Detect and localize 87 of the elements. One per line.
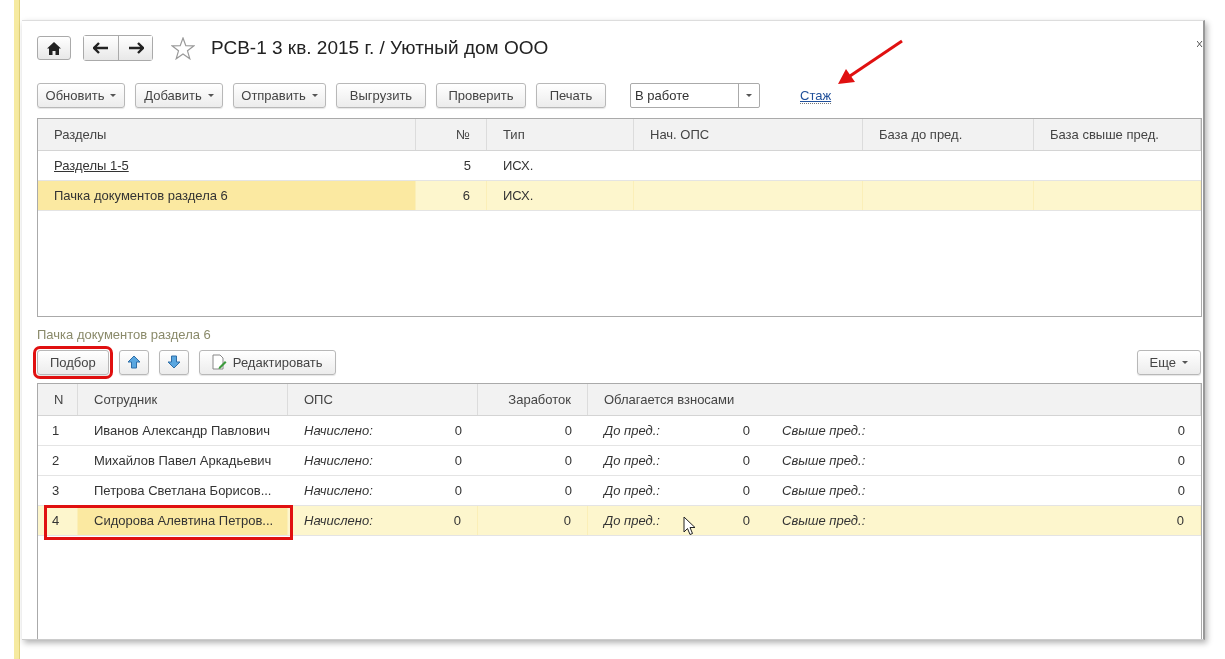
column-header: №: [416, 119, 487, 150]
table-cell: До пред.:: [604, 483, 660, 498]
column-header: N: [38, 384, 78, 415]
table-row[interactable]: 1 Иванов Александр Павлович Начислено: 0 0 До пред.: 0 Свыше пред.: 0: [38, 416, 1201, 446]
column-header: База до пред.: [863, 119, 1034, 150]
home-icon: [47, 41, 61, 55]
caret-icon: [207, 93, 214, 97]
table-cell: До пред.:: [604, 453, 660, 468]
table-cell: 2: [52, 453, 60, 468]
column-header: Сотрудник: [78, 384, 288, 415]
up-arrow-icon: [126, 355, 141, 369]
table-cell: 0: [1177, 423, 1185, 438]
table-cell: 1: [52, 423, 60, 438]
section-link[interactable]: Разделы 1-5: [54, 158, 129, 173]
table-cell: Иванов Александр Павлович: [94, 423, 270, 438]
table-cell: Сидорова Алевтина Петров...: [94, 513, 274, 528]
table-cell: 0: [454, 483, 462, 498]
table-cell: ИСХ.: [503, 158, 534, 173]
table-cell: 4: [52, 513, 60, 528]
table-cell: Начислено:: [304, 513, 373, 528]
table-cell: 0: [742, 483, 750, 498]
table-cell: Начислено:: [304, 423, 373, 438]
table-cell: 0: [453, 513, 461, 528]
column-header: Заработок: [478, 384, 588, 415]
table-cell: 0: [563, 513, 571, 528]
back-button[interactable]: [84, 36, 118, 60]
table-cell: 5: [463, 158, 471, 173]
toolbar-button[interactable]: Печать: [536, 82, 606, 108]
table-cell: 0: [1176, 513, 1184, 528]
right-arrow-icon: [127, 42, 144, 54]
mouse-pointer-icon: [683, 516, 697, 536]
toolbar-button[interactable]: Обновить: [37, 82, 125, 108]
toolbar-button[interactable]: Отправить: [233, 82, 326, 108]
table-cell: Начислено:: [304, 483, 373, 498]
column-header: Разделы: [38, 119, 416, 150]
left-arrow-icon: [93, 42, 109, 54]
table-cell: Пачка документов раздела 6: [54, 188, 228, 203]
document-edit-icon: [211, 354, 227, 370]
down-arrow-icon: [166, 355, 181, 369]
toolbar-button[interactable]: Выгрузить: [336, 82, 426, 108]
table-cell: 0: [454, 453, 462, 468]
move-down-button[interactable]: [158, 349, 189, 375]
move-up-button[interactable]: [118, 349, 149, 375]
caret-icon: [1182, 360, 1188, 364]
caret-icon: [746, 93, 752, 97]
table-cell: 3: [52, 483, 60, 498]
table-cell: Свыше пред.:: [782, 423, 866, 438]
edit-button[interactable]: Редактировать: [198, 349, 336, 375]
table-cell: 0: [742, 513, 750, 528]
column-header: ОПС: [288, 384, 478, 415]
table-cell: Начислено:: [304, 453, 373, 468]
column-header: Тип: [487, 119, 634, 150]
column-header: Облагается взносами: [588, 384, 1201, 415]
toolbar-button[interactable]: Добавить: [135, 82, 223, 108]
caret-icon: [110, 93, 117, 97]
table-cell: Михайлов Павел Аркадьевич: [94, 453, 272, 468]
table-cell: 0: [454, 423, 462, 438]
table-cell: 0: [742, 423, 750, 438]
table-row[interactable]: 2 Михайлов Павел Аркадьевич Начислено: 0 0 До пред.: 0 Свыше пред.: 0: [38, 446, 1201, 476]
table-cell: Петрова Светлана Борисов...: [94, 483, 272, 498]
table-cell: ИСХ.: [503, 188, 534, 203]
table-cell: 0: [1177, 483, 1185, 498]
table-cell: 0: [742, 453, 750, 468]
forward-button[interactable]: [118, 36, 152, 60]
table-row[interactable]: Пачка документов раздела 6 6 ИСХ.: [38, 181, 1201, 211]
status-select[interactable]: В работе: [630, 82, 760, 108]
caret-icon: [311, 93, 318, 97]
table-cell: 0: [564, 453, 572, 468]
star-icon[interactable]: [171, 36, 195, 60]
more-button[interactable]: Еще: [1136, 349, 1201, 375]
table-cell: 0: [564, 423, 572, 438]
section-title: Пачка документов раздела 6: [37, 327, 212, 344]
window-title: РСВ-1 3 кв. 2015 г. / Уютный дом ООО: [211, 37, 549, 59]
close-icon[interactable]: [1197, 40, 1203, 48]
table-cell: До пред.:: [604, 513, 660, 528]
toolbar-button[interactable]: Проверить: [436, 82, 526, 108]
table-cell: 0: [564, 483, 572, 498]
table-cell: Свыше пред.:: [782, 453, 866, 468]
table-cell: До пред.:: [604, 423, 660, 438]
table-cell: 6: [462, 188, 470, 203]
experience-link[interactable]: Стаж: [800, 87, 832, 104]
home-button[interactable]: [37, 36, 71, 60]
table-cell: Свыше пред.:: [782, 513, 866, 528]
column-header: Нач. ОПС: [634, 119, 863, 150]
table-cell: Свыше пред.:: [782, 483, 866, 498]
table-cell: 0: [1177, 453, 1185, 468]
column-header: База свыше пред.: [1034, 119, 1201, 150]
